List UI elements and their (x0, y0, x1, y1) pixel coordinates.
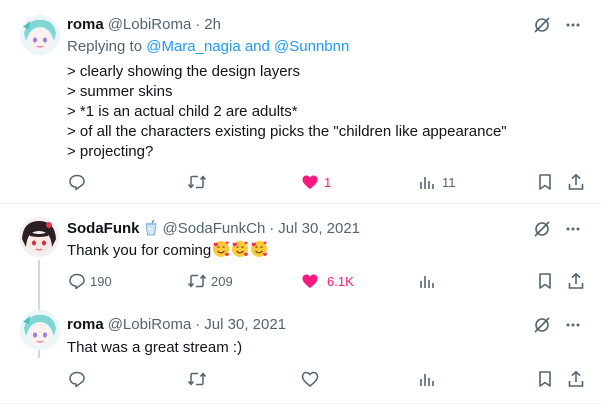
tweet-text-line: > summer skins (67, 83, 173, 100)
tweet-header: roma @LobiRoma · Jul 30, 2021 (67, 314, 286, 334)
tweet-text-line: > projecting? (67, 143, 154, 160)
reply-icon (69, 371, 85, 388)
views-button[interactable] (418, 370, 436, 388)
retweet-button[interactable] (187, 370, 207, 388)
tweet-text-line: > *1 is an actual child 2 are adults* (67, 103, 298, 120)
views-count: 11 (442, 174, 456, 190)
views-button[interactable] (418, 272, 436, 290)
retweet-icon (187, 274, 207, 288)
tweet-2[interactable]: SodaFunk @SodaFunkCh · Jul 30, 2021 Than… (0, 204, 601, 404)
share-icon (568, 370, 584, 387)
retweet-icon (187, 175, 207, 189)
tweet-top-icons (533, 316, 581, 334)
grok-icon[interactable] (533, 220, 551, 238)
share-button[interactable] (567, 272, 585, 290)
author-name[interactable]: SodaFunk (67, 220, 140, 237)
tweet-text-line: > clearly showing the design layers (67, 63, 301, 80)
timestamp[interactable]: Jul 30, 2021 (278, 220, 360, 237)
author-handle[interactable]: @LobiRoma (108, 316, 192, 333)
reply-icon (69, 174, 85, 191)
heart-filled-icon (302, 274, 318, 288)
more-options-icon[interactable] (565, 317, 581, 333)
tweet-text: Thank you for coming (67, 240, 268, 261)
views-icon (420, 177, 434, 189)
grok-icon[interactable] (533, 316, 551, 334)
avatar[interactable] (20, 310, 60, 350)
tweet-text-line: > of all the characters existing picks t… (67, 123, 507, 140)
reply-button[interactable]: 190 (68, 272, 112, 290)
tweet-top-icons (533, 16, 581, 34)
reply-count: 190 (90, 273, 112, 289)
views-icon (420, 374, 434, 386)
share-button[interactable] (567, 173, 585, 191)
action-bar: 190 209 6.1K (60, 272, 590, 292)
bookmark-button[interactable] (537, 173, 553, 191)
separator-dot: · (195, 15, 201, 33)
timestamp[interactable]: 2h (204, 16, 221, 33)
reply-icon (69, 273, 85, 290)
tweet-top-icons (533, 220, 581, 238)
retweet-button[interactable]: 209 (187, 272, 233, 290)
action-bar: 1 11 (60, 173, 590, 193)
replying-to: Replying to @Mara_nagia and @Sunnbnn (67, 38, 349, 55)
like-button[interactable]: 6.1K (301, 272, 354, 290)
author-name[interactable]: roma (67, 16, 104, 33)
emoji-group (211, 240, 268, 259)
smiling-face-with-hearts-icon (231, 240, 249, 258)
soda-cup-badge-icon (143, 219, 159, 236)
bookmark-button[interactable] (537, 272, 553, 290)
tweet-text-line: That was a great stream :) (67, 339, 243, 356)
reply-button[interactable] (68, 173, 94, 191)
author-name[interactable]: roma (67, 316, 104, 333)
separator-dot: · (269, 219, 275, 237)
bookmark-icon (539, 371, 551, 387)
retweet-button[interactable] (187, 173, 215, 191)
more-options-icon[interactable] (565, 17, 581, 33)
replying-prefix: Replying to (67, 38, 147, 55)
author-handle[interactable]: @SodaFunkCh (163, 220, 266, 237)
share-icon (568, 272, 584, 289)
avatar[interactable] (20, 15, 60, 55)
like-count: 6.1K (327, 273, 354, 289)
author-handle[interactable]: @LobiRoma (108, 16, 192, 33)
tweet-1[interactable]: roma @LobiRoma · 2h Replying to @Mara_na… (0, 0, 601, 203)
bookmark-icon (539, 273, 551, 289)
avatar[interactable] (19, 217, 59, 257)
tweet-header: SodaFunk @SodaFunkCh · Jul 30, 2021 (67, 218, 360, 238)
bookmark-icon (539, 174, 551, 190)
retweet-icon (187, 372, 207, 386)
action-bar (60, 370, 590, 390)
bookmark-button[interactable] (537, 370, 553, 388)
views-icon (420, 276, 434, 288)
smiling-face-with-hearts-icon (250, 240, 268, 258)
more-options-icon[interactable] (565, 221, 581, 237)
tweet-text-line: Thank you for coming (67, 242, 212, 259)
tweet-header: roma @LobiRoma · 2h (67, 14, 221, 34)
reply-button[interactable] (68, 370, 86, 388)
bottom-divider (0, 403, 601, 404)
share-button[interactable] (567, 370, 585, 388)
tweet-text: That was a great stream :) (67, 338, 242, 358)
replying-to-link[interactable]: @Mara_nagia and @Sunnbnn (146, 38, 349, 55)
timestamp[interactable]: Jul 30, 2021 (204, 316, 286, 333)
grok-icon[interactable] (533, 16, 551, 34)
heart-filled-icon (302, 175, 318, 189)
separator-dot: · (195, 315, 201, 333)
share-icon (568, 173, 584, 190)
like-button[interactable] (301, 370, 319, 388)
views-button[interactable]: 11 (418, 173, 456, 191)
smiling-face-with-hearts-icon (212, 240, 230, 258)
heart-icon (301, 371, 319, 387)
retweet-count: 209 (211, 273, 233, 289)
like-count: 1 (324, 174, 332, 190)
tweet-text: > clearly showing the design layers > su… (67, 62, 507, 162)
like-button[interactable]: 1 (301, 173, 331, 191)
